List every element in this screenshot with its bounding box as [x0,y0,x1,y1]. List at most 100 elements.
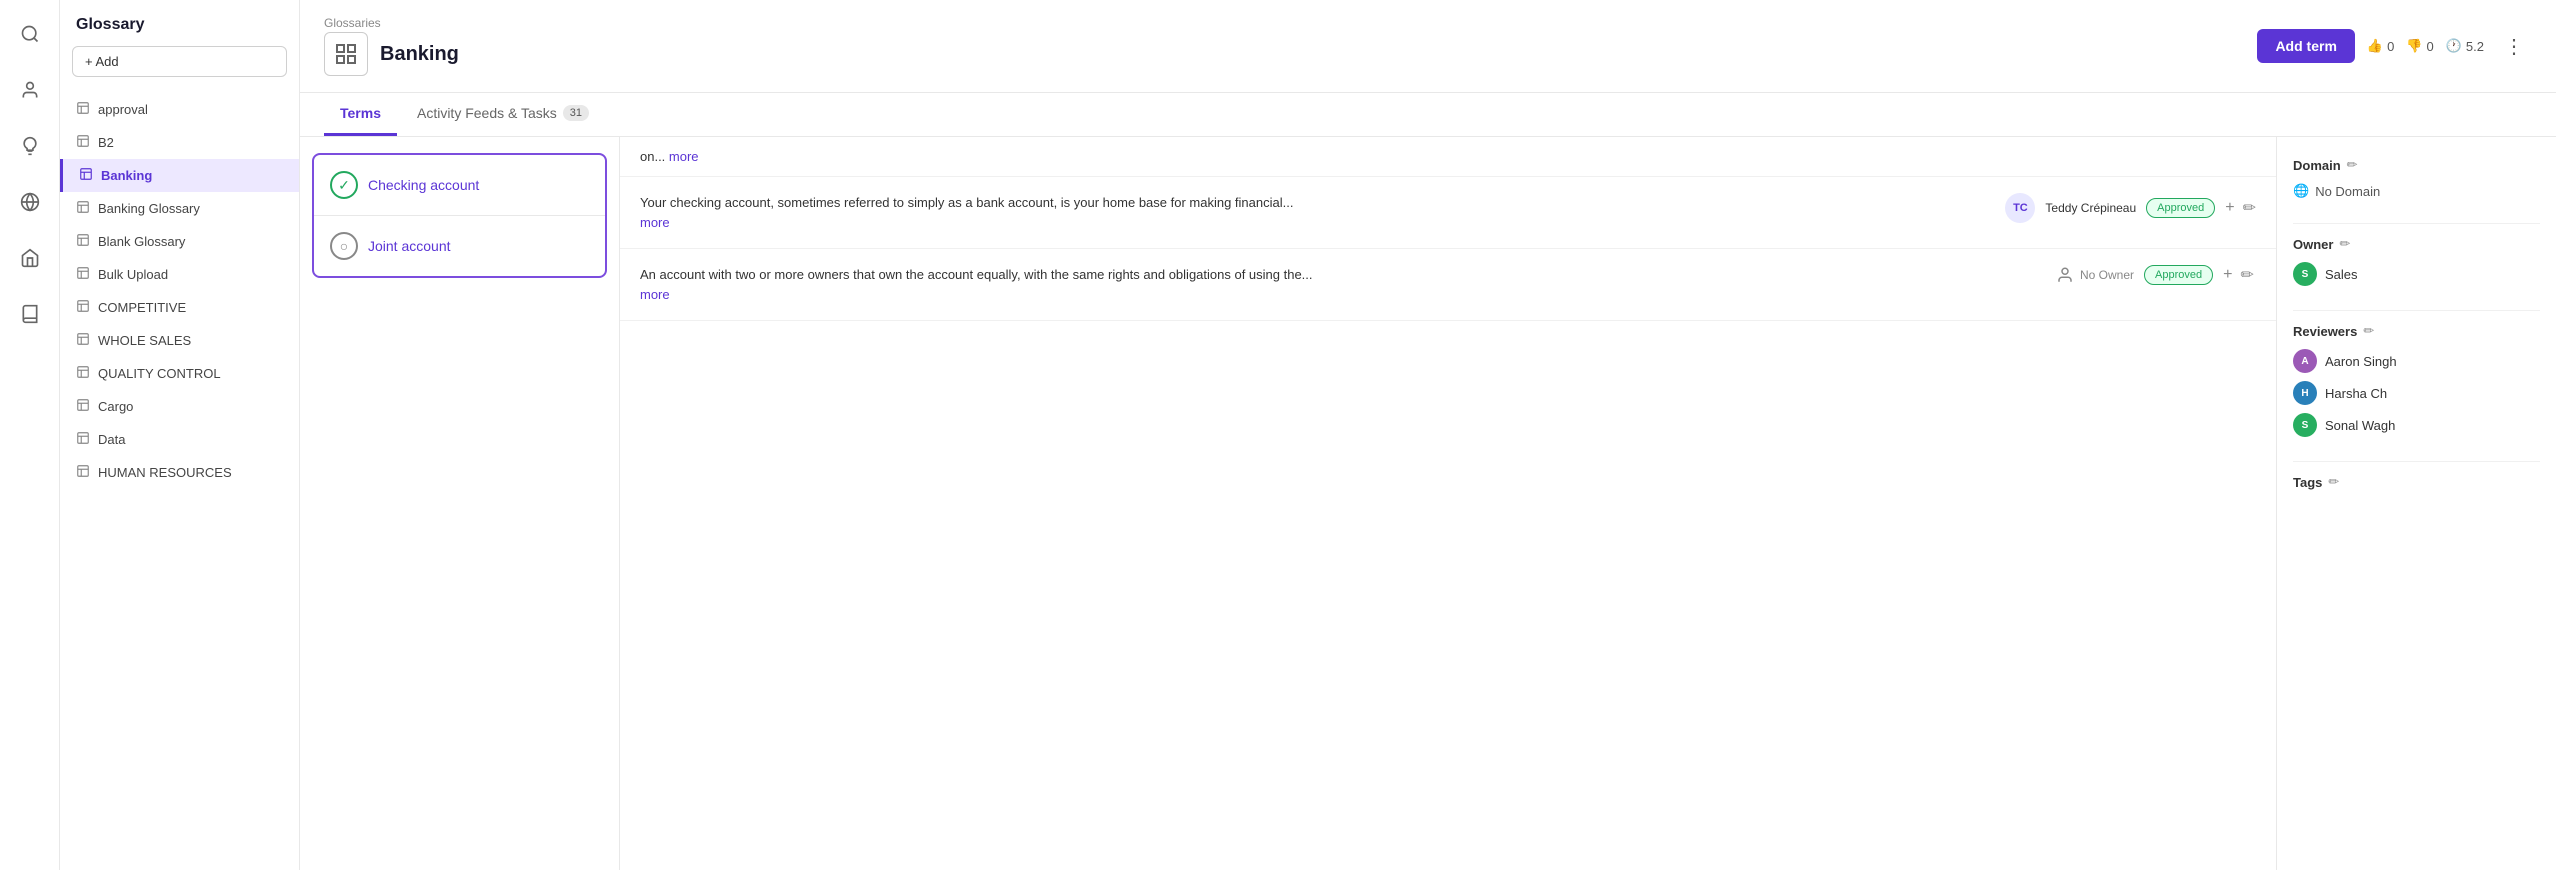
sidebar-item-b2[interactable]: B2 [60,126,299,159]
sidebar-item-banking[interactable]: Banking [60,159,299,192]
domain-section-header: Domain ✏ [2293,157,2540,173]
checking-meta: TC Teddy Crépineau Approved + ✏ [2005,193,2256,223]
lightbulb-icon[interactable] [12,128,48,164]
terms-right-column: on... more Your checking account, someti… [620,137,2276,870]
thumbs-down-icon: 👎 [2406,38,2422,54]
sidebar-title: Glossary [60,16,299,46]
sidebar-item-blank-glossary[interactable]: Blank Glossary [60,225,299,258]
search-icon[interactable] [12,16,48,52]
term-row-truncated: on... more [620,137,2276,177]
likes-count: 0 [2387,39,2394,54]
owner-edit-icon[interactable]: ✏ [2339,236,2350,252]
glossary-item-icon [76,299,90,316]
more-link-top[interactable]: more [669,149,699,164]
terms-panel: ✓ Checking account ○ Joint account on...… [300,137,2276,870]
divider-1 [2293,223,2540,224]
add-button[interactable]: + Add [72,46,287,77]
glossary-item-icon [76,464,90,481]
list-item[interactable]: ✓ Checking account [314,155,605,216]
person-circle-icon: ○ [330,232,358,260]
reviewer-item: H Harsha Ch [2293,381,2540,405]
right-sidebar: Domain ✏ 🌐 No Domain Owner ✏ S Sales [2276,137,2556,870]
term-card-group: ✓ Checking account ○ Joint account [312,153,607,278]
sidebar-item-label: Banking Glossary [98,201,200,216]
clock-icon: 🕐 [2446,38,2462,54]
joint-meta: No Owner Approved + ✏ [2056,265,2256,285]
add-term-button[interactable]: Add term [2257,29,2354,63]
reviewer-avatar: H [2293,381,2317,405]
no-owner-indicator: No Owner [2056,266,2134,284]
owner-avatar-checking: TC [2005,193,2035,223]
sidebar-item-bulk-upload[interactable]: Bulk Upload [60,258,299,291]
checking-description: Your checking account, sometimes referre… [640,193,1993,232]
person-icon[interactable] [12,72,48,108]
edit-action-checking[interactable]: ✏ [2243,198,2256,218]
add-action-joint[interactable]: + [2223,266,2232,284]
reviewer-name: Sonal Wagh [2325,418,2395,433]
sidebar-item-label: HUMAN RESOURCES [98,465,232,480]
reviewers-section-header: Reviewers ✏ [2293,323,2540,339]
edit-action-joint[interactable]: ✏ [2240,265,2253,285]
sidebar-item-human-resources[interactable]: HUMAN RESOURCES [60,456,299,489]
bank-icon[interactable] [12,240,48,276]
glossary-item-icon [76,134,90,151]
status-badge-checking: Approved [2146,198,2215,218]
reviewers-list: A Aaron Singh H Harsha Ch S Sonal Wagh [2293,349,2540,437]
sidebar-item-banking-glossary[interactable]: Banking Glossary [60,192,299,225]
reviewer-item: S Sonal Wagh [2293,413,2540,437]
list-item[interactable]: ○ Joint account [314,216,605,276]
status-badge-joint: Approved [2144,265,2213,285]
glossary-item-icon [76,365,90,382]
reviewers-section: Reviewers ✏ A Aaron Singh H Harsha Ch S … [2293,323,2540,437]
dislikes-count: 0 [2427,39,2434,54]
joint-more-link[interactable]: more [640,285,2044,305]
term-joint-label: Joint account [368,238,451,254]
divider-3 [2293,461,2540,462]
tab-activity[interactable]: Activity Feeds & Tasks 31 [401,93,605,136]
globe-icon: 🌐 [2293,183,2309,199]
sidebar-item-data[interactable]: Data [60,423,299,456]
owner-section: Owner ✏ S Sales [2293,236,2540,286]
thumbs-up-icon: 👍 [2367,38,2383,54]
sidebar-item-label: Data [98,432,125,447]
tab-activity-label: Activity Feeds & Tasks [417,105,557,121]
terms-left-column: ✓ Checking account ○ Joint account [300,137,620,870]
tags-edit-icon[interactable]: ✏ [2328,474,2339,490]
owner-name: Sales [2325,267,2358,282]
glossary-item-icon [76,233,90,250]
joint-description: An account with two or more owners that … [640,265,2044,304]
tab-terms[interactable]: Terms [324,93,397,136]
more-options-button[interactable]: ⋮ [2496,30,2532,63]
glossary-item-icon [79,167,93,184]
sidebar-item-approval[interactable]: approval [60,93,299,126]
sidebar-item-label: B2 [98,135,114,150]
domain-section: Domain ✏ 🌐 No Domain [2293,157,2540,199]
sidebar-item-label: COMPETITIVE [98,300,186,315]
sidebar-item-cargo[interactable]: Cargo [60,390,299,423]
owner-label: Owner [2293,237,2333,252]
book-icon[interactable] [12,296,48,332]
no-owner-label: No Owner [2080,268,2134,282]
tab-terms-label: Terms [340,105,381,121]
owner-name-checking: Teddy Crépineau [2045,201,2136,215]
truncated-description: on... [640,149,665,164]
tab-activity-badge: 31 [563,105,589,121]
checking-more-link[interactable]: more [640,213,1993,233]
sidebar-item-competitive[interactable]: COMPETITIVE [60,291,299,324]
dislikes-stat: 👎 0 [2406,38,2433,54]
domain-label: Domain [2293,158,2341,173]
domain-edit-icon[interactable]: ✏ [2347,157,2358,173]
add-action-checking[interactable]: + [2225,199,2234,217]
globe-icon[interactable] [12,184,48,220]
reviewer-avatar: A [2293,349,2317,373]
glossary-item-icon [76,200,90,217]
reviewer-avatar: S [2293,413,2317,437]
sidebar-item-quality-control[interactable]: QUALITY CONTROL [60,357,299,390]
sidebar-item-label: QUALITY CONTROL [98,366,221,381]
term-row-checking: Your checking account, sometimes referre… [620,177,2276,249]
reviewers-edit-icon[interactable]: ✏ [2363,323,2374,339]
icon-rail [0,0,60,870]
glossary-item-icon [76,101,90,118]
sidebar-item-label: Banking [101,168,152,183]
sidebar-item-whole-sales[interactable]: WHOLE SALES [60,324,299,357]
